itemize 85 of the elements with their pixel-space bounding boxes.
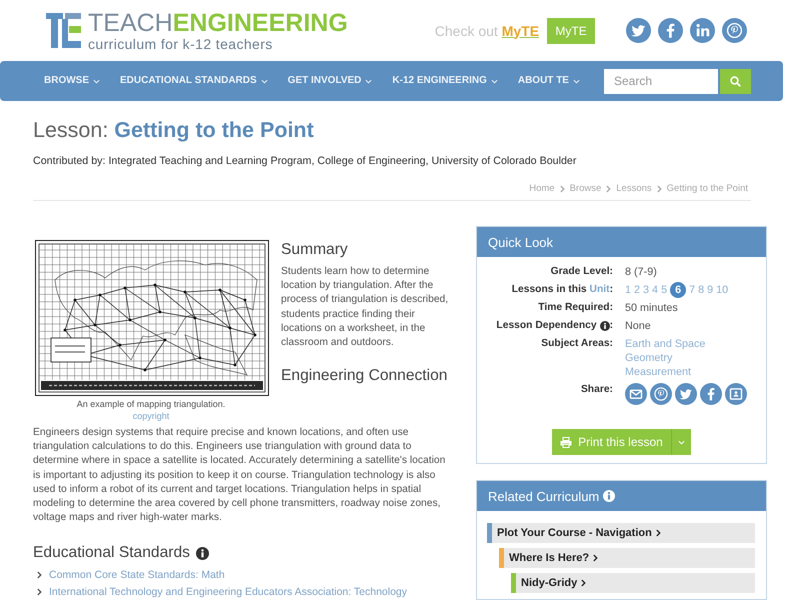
label-colon: : <box>610 283 613 297</box>
row-label: Time Required: <box>538 301 613 315</box>
lesson-page-link[interactable]: 6 <box>670 282 686 298</box>
lesson-page-link[interactable]: 8 <box>698 283 704 297</box>
logo-wordmark[interactable]: TEACHENGINEERING <box>88 10 348 36</box>
subject-link[interactable]: Measurement <box>625 365 692 379</box>
info-icon <box>196 546 209 560</box>
printer-icon <box>560 436 572 448</box>
figure-caption: An example of mapping triangulation. <box>76 399 226 409</box>
logo-tagline: curriculum for k-12 teachers <box>88 36 273 52</box>
row-label: Lesson Dependency <box>496 319 597 333</box>
nav-menu-item[interactable]: GET INVOLVED <box>288 75 372 87</box>
nav-menu-item[interactable]: ABOUT TE <box>518 75 580 87</box>
nav-menu-item[interactable]: K-12 ENGINEERING <box>392 75 498 87</box>
chevron-right-icon <box>593 554 598 562</box>
chevron-right-icon <box>606 185 612 193</box>
lesson-page-link[interactable]: 1 <box>625 283 632 297</box>
pinterest-icon[interactable] <box>722 18 748 43</box>
promo-text: Check out MyTE <box>434 22 540 38</box>
person-frame-icon[interactable] <box>725 383 747 405</box>
lesson-page-link[interactable]: 2 <box>634 283 640 297</box>
search-icon <box>730 76 741 86</box>
subject-link[interactable]: Earth and Space <box>625 337 706 351</box>
lesson-page-link[interactable]: 3 <box>643 283 650 297</box>
curriculum-tree-item[interactable]: Nidy-Gridy <box>511 573 755 593</box>
row-label: Lessons in this <box>512 283 587 297</box>
print-button[interactable]: Print this lesson <box>552 429 671 455</box>
lesson-page-link[interactable]: 9 <box>707 283 714 297</box>
row-value: 8 (7-9) <box>625 265 657 279</box>
chevron-right-icon <box>581 579 586 587</box>
curriculum-tree-item[interactable]: Where Is Here? <box>499 548 755 568</box>
caret-icon <box>260 78 268 84</box>
info-icon <box>603 490 616 502</box>
section-heading: Summary <box>281 241 348 258</box>
section-text: Students learn how to determine location by triangulation. After the process of triangulation is described, students practice finding their locations on a worksheet, in the classroom and outdoors. <box>281 266 448 348</box>
lesson-page-link[interactable]: 5 <box>661 283 668 297</box>
section-heading: Educational Standards <box>33 544 190 562</box>
chevron-right-icon <box>560 185 565 193</box>
row-label: Subject Areas: <box>541 337 613 351</box>
search-button[interactable] <box>720 68 751 94</box>
subject-link[interactable]: Geometry <box>625 351 672 365</box>
row-value: 50 minutes <box>625 301 678 315</box>
nav-menu-item[interactable]: BROWSE <box>44 75 100 87</box>
section-heading: Engineering Connection <box>281 367 448 384</box>
unit-link[interactable]: Unit <box>590 283 610 297</box>
linkedin-icon[interactable] <box>690 18 716 43</box>
dropdown-toggle-button[interactable] <box>670 429 691 455</box>
info-icon <box>600 321 610 331</box>
lesson-page-link[interactable]: 10 <box>716 283 728 297</box>
panel-header: Quick Look <box>477 227 766 257</box>
search-field[interactable]: Search <box>604 68 718 94</box>
panel-header: Related Curriculum <box>477 481 766 511</box>
caret-icon <box>93 78 100 84</box>
contributor-line: Contributed by: Integrated Teaching and Learning Program, College of Engineering, University of Colorado Boulder <box>33 155 576 167</box>
pinterest-icon[interactable] <box>650 383 672 405</box>
breadcrumb-link[interactable]: Home <box>529 183 555 195</box>
lesson-title: Lesson: Getting to the Point <box>33 118 314 142</box>
facebook-icon[interactable] <box>700 383 722 405</box>
twitter-icon[interactable] <box>626 18 652 43</box>
breadcrumb-link[interactable]: Lessons <box>616 183 652 195</box>
curriculum-tree-item[interactable]: Plot Your Course - Navigation <box>487 523 755 543</box>
lesson-page-link[interactable]: 7 <box>689 283 696 297</box>
email-icon[interactable] <box>625 383 647 405</box>
label-colon: : <box>610 319 613 333</box>
logo-icon[interactable] <box>46 13 81 48</box>
caret-icon <box>490 78 498 84</box>
myte-button[interactable]: MyTE <box>547 18 596 44</box>
row-label: Share: <box>580 383 613 397</box>
chevron-right-icon <box>656 185 662 193</box>
caret-icon <box>678 440 685 444</box>
caret-icon <box>572 78 580 84</box>
lesson-page-link[interactable]: 4 <box>652 283 658 297</box>
row-label: Grade Level: <box>550 265 613 279</box>
twitter-icon[interactable] <box>675 383 697 405</box>
breadcrumb-current: Getting to the Point <box>666 183 748 195</box>
chevron-right-icon <box>656 529 661 537</box>
standard-link[interactable]: Common Core State Standards: Math <box>49 568 225 582</box>
facebook-icon[interactable] <box>658 18 684 43</box>
nav-menu-item[interactable]: EDUCATIONAL STANDARDS <box>120 75 268 87</box>
row-value: None <box>625 319 651 333</box>
section-text: Engineers design systems that require precise and known locations, and often use triangulation calculations to do this. Engineers use triangulation with ground data to determine where in space a satellite is located. Accurately determining a satellite's location is important to adjusting its position to keep it on course. Triangulation technology is also used to inform a robot of its current and target locations. Triangulation helps in spatial modeling to determine the area covered by cell phone transmitters, roadway noise zones, voltage maps and river high-water marks. <box>33 427 446 524</box>
breadcrumb-link[interactable]: Browse <box>570 183 602 195</box>
standard-link[interactable]: International Technology and Engineering Educators Association: Technology <box>49 585 408 600</box>
caret-icon <box>365 78 372 84</box>
copyright-link[interactable]: copyright <box>132 411 170 421</box>
